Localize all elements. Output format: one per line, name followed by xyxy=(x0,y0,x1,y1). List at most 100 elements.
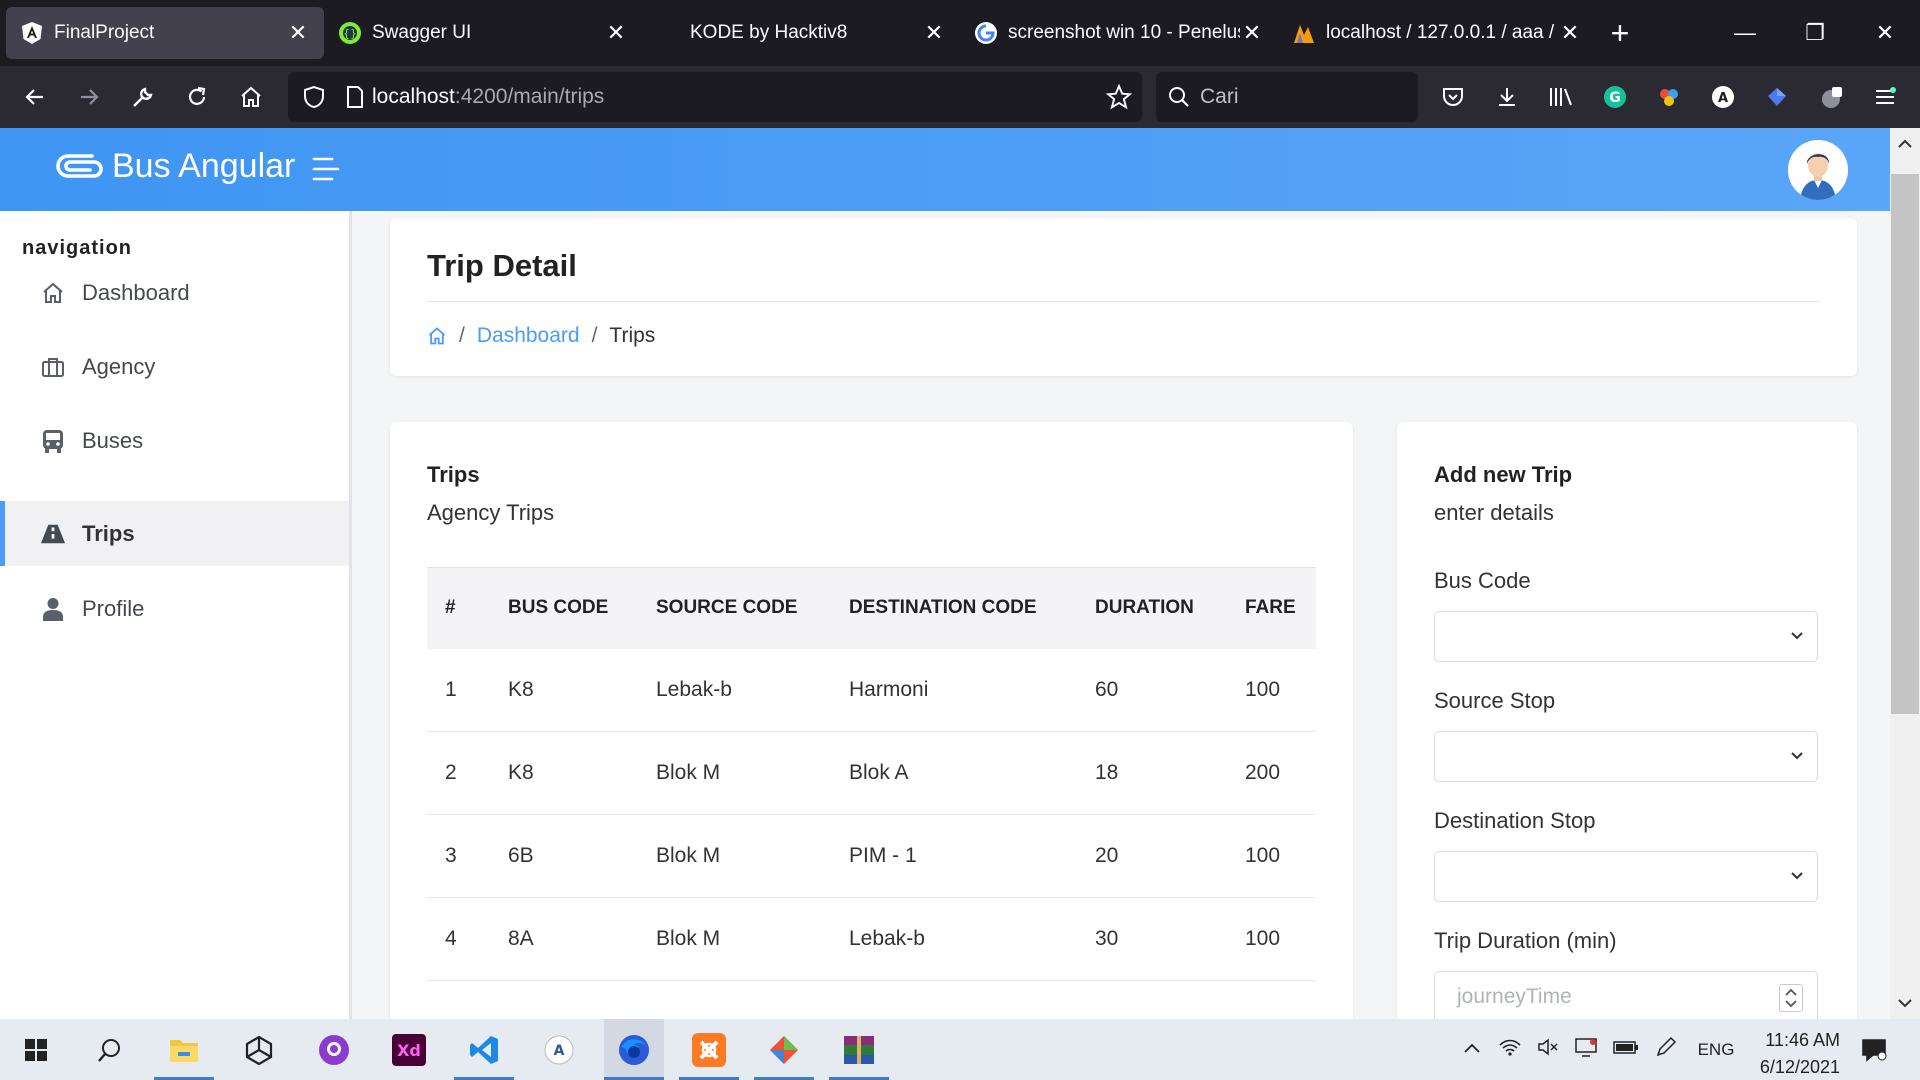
bus-code-select[interactable] xyxy=(1434,611,1818,662)
back-arrow-icon[interactable] xyxy=(8,73,62,121)
battery-icon[interactable] xyxy=(1606,1039,1646,1060)
color-picker-icon[interactable] xyxy=(1642,73,1696,121)
restore-icon[interactable]: ❐ xyxy=(1780,0,1850,66)
close-icon[interactable]: ✕ xyxy=(1240,20,1264,45)
cell-destination: Blok A xyxy=(831,731,1077,815)
sidebar-item-trips[interactable]: Trips xyxy=(0,501,349,566)
extension-diamond-icon[interactable] xyxy=(1750,73,1804,121)
journey-time-input[interactable]: journeyTime xyxy=(1434,971,1818,1022)
cell-source: Blok M xyxy=(638,897,831,981)
pocket-icon[interactable] xyxy=(1426,73,1480,121)
wordpad-icon[interactable]: A xyxy=(529,1019,589,1080)
cell-source: Blok M xyxy=(638,731,831,815)
xampp-icon[interactable] xyxy=(679,1019,739,1080)
close-icon[interactable]: ✕ xyxy=(1558,20,1582,45)
github-desktop-icon[interactable] xyxy=(304,1019,364,1080)
browser-tab-bar: FinalProject ✕ {} Swagger UI ✕ KODE by H… xyxy=(0,0,1920,66)
close-icon[interactable]: ✕ xyxy=(604,20,628,45)
scroll-up-icon[interactable] xyxy=(1890,128,1920,160)
windows-start-icon[interactable] xyxy=(6,1019,66,1080)
brand[interactable]: Bus Angular xyxy=(52,146,295,186)
star-icon[interactable] xyxy=(1105,83,1133,116)
cell-source: Lebak-b xyxy=(638,648,831,732)
search-placeholder: Cari xyxy=(1200,85,1239,108)
form-subtitle: enter details xyxy=(1434,500,1554,525)
cell-duration: 18 xyxy=(1077,731,1227,815)
library-icon[interactable] xyxy=(1534,73,1588,121)
adobe-xd-icon[interactable]: Xd xyxy=(379,1019,439,1080)
browser-toolbar: localhost:4200/main/trips Cari G A xyxy=(0,66,1920,128)
new-tab-button[interactable]: + xyxy=(1596,7,1644,59)
extension-badge-icon[interactable] xyxy=(1804,73,1858,121)
wrench-icon[interactable] xyxy=(116,73,170,121)
home-icon xyxy=(40,280,66,306)
minimize-icon[interactable]: — xyxy=(1710,0,1780,66)
cell-bus-code: K8 xyxy=(490,731,638,815)
winrar-icon[interactable] xyxy=(829,1019,889,1080)
column-header: BUS CODE xyxy=(508,597,609,619)
blank-page-icon xyxy=(656,21,680,45)
git-gui-icon[interactable] xyxy=(754,1019,814,1080)
scroll-thumb[interactable] xyxy=(1891,174,1919,714)
breadcrumb-separator: / xyxy=(591,324,598,347)
monitor-icon[interactable] xyxy=(1566,1037,1606,1062)
volume-mute-icon[interactable] xyxy=(1530,1037,1566,1062)
page-scrollbar[interactable] xyxy=(1890,128,1920,1019)
chevron-up-icon[interactable] xyxy=(1458,1041,1486,1059)
download-icon[interactable] xyxy=(1480,73,1534,121)
sidebar-item-buses[interactable]: Buses xyxy=(0,408,349,473)
sidebar-item-dashboard[interactable]: Dashboard xyxy=(0,260,349,325)
clock[interactable]: 11:46 AM 6/12/2021 xyxy=(1730,1027,1840,1080)
tab-phpmyadmin[interactable]: localhost / 127.0.0.1 / aaa / tri ✕ xyxy=(1278,7,1596,59)
tab-swagger[interactable]: {} Swagger UI ✕ xyxy=(324,7,642,59)
tab-finalproject[interactable]: FinalProject ✕ xyxy=(6,7,324,59)
notification-icon[interactable] xyxy=(1852,1019,1896,1080)
number-spinner-icon[interactable] xyxy=(1779,984,1803,1012)
swagger-icon: {} xyxy=(338,21,362,45)
tab-kode[interactable]: KODE by Hacktiv8 ✕ xyxy=(642,7,960,59)
cell-index: 4 xyxy=(427,897,490,981)
close-icon[interactable]: ✕ xyxy=(922,20,946,45)
breadcrumb-dashboard-link[interactable]: Dashboard xyxy=(477,324,580,348)
firefox-icon[interactable] xyxy=(604,1019,664,1080)
system-tray: ENG xyxy=(1458,1019,1746,1080)
trips-table: # BUS CODE SOURCE CODE DESTINATION CODE … xyxy=(427,567,1316,981)
home-icon[interactable] xyxy=(427,326,447,346)
cell-duration: 60 xyxy=(1077,648,1227,732)
home-icon[interactable] xyxy=(224,73,278,121)
reload-icon[interactable] xyxy=(170,73,224,121)
source-stop-select[interactable] xyxy=(1434,731,1818,782)
svg-text:G: G xyxy=(1609,90,1621,106)
grammarly-icon[interactable]: G xyxy=(1588,73,1642,121)
forward-arrow-icon[interactable] xyxy=(62,73,116,121)
avatar[interactable] xyxy=(1788,140,1848,200)
cell-duration: 20 xyxy=(1077,814,1227,898)
svg-text:A: A xyxy=(1718,91,1728,106)
unity-icon[interactable] xyxy=(229,1019,289,1080)
url-host: localhost xyxy=(372,85,455,108)
cell-index: 2 xyxy=(427,731,490,815)
close-icon[interactable]: ✕ xyxy=(286,20,310,45)
file-explorer-icon[interactable] xyxy=(154,1019,214,1080)
add-trip-card: Add new Trip enter details Bus Code Sour… xyxy=(1397,422,1857,1022)
sidebar-item-agency[interactable]: Agency xyxy=(0,334,349,399)
tab-google[interactable]: screenshot win 10 - Penelusur ✕ xyxy=(960,7,1278,59)
table-row: 3 6B Blok M PIM - 1 20 100 xyxy=(427,814,1316,898)
sidebar-item-profile[interactable]: Profile xyxy=(0,576,349,641)
search-icon xyxy=(1168,86,1190,108)
close-window-icon[interactable]: ✕ xyxy=(1850,0,1920,66)
address-bar[interactable]: localhost:4200/main/trips xyxy=(288,72,1142,122)
cell-destination: Lebak-b xyxy=(831,897,1077,981)
menu-icon[interactable] xyxy=(1858,73,1912,121)
paperclip-logo-icon xyxy=(56,154,103,178)
menu-toggle-icon[interactable] xyxy=(312,156,340,182)
scroll-down-icon[interactable] xyxy=(1890,987,1920,1019)
destination-stop-select[interactable] xyxy=(1434,851,1818,902)
pen-icon[interactable] xyxy=(1646,1036,1686,1063)
search-icon[interactable] xyxy=(80,1019,140,1080)
vscode-icon[interactable] xyxy=(454,1019,514,1080)
search-input[interactable]: Cari xyxy=(1156,72,1418,122)
shield-icon[interactable] xyxy=(296,85,332,109)
wifi-icon[interactable] xyxy=(1490,1037,1530,1062)
account-icon[interactable]: A xyxy=(1696,73,1750,121)
